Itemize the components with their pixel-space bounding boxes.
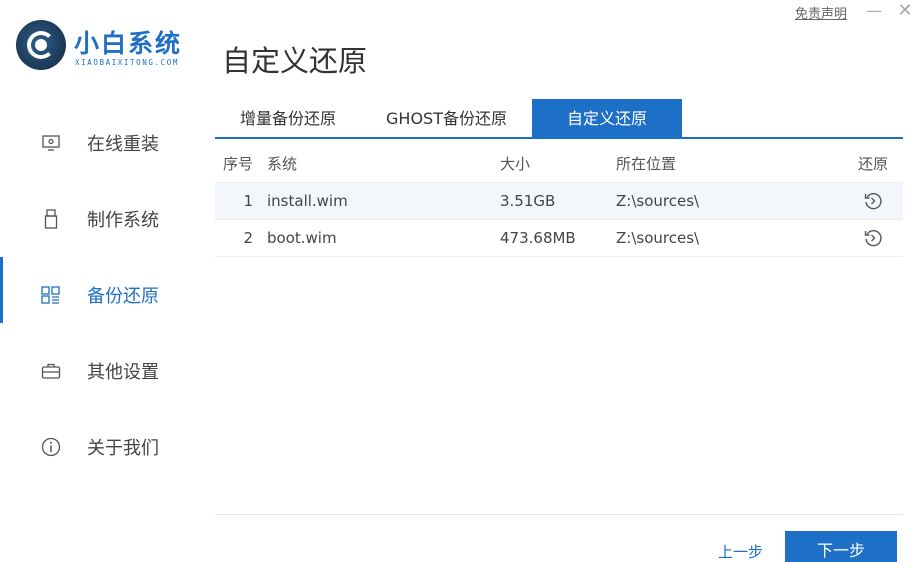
page-title: 自定义还原 — [222, 44, 368, 78]
header-location: 所在位置 — [616, 155, 677, 173]
prev-step-button[interactable]: 上一步 — [718, 541, 763, 562]
sidebar: 在线重装 制作系统 备份还原 其他设置 关于我们 — [0, 105, 200, 485]
grid-icon — [40, 284, 62, 306]
briefcase-icon — [40, 360, 62, 382]
row-index: 2 — [243, 229, 253, 247]
sidebar-item-backup-restore[interactable]: 备份还原 — [0, 257, 200, 333]
restore-icon[interactable] — [858, 183, 888, 219]
logo-title: 小白系统 — [74, 29, 183, 58]
app-logo: 小白系统 XIAOBAIXITONG.COM — [16, 18, 206, 74]
tab-bar: 增量备份还原 GHOST备份还原 自定义还原 — [215, 99, 903, 139]
tab-incremental-backup[interactable]: 增量备份还原 — [215, 99, 361, 137]
tab-custom-restore[interactable]: 自定义还原 — [531, 99, 682, 137]
monitor-icon — [40, 132, 62, 154]
row-system: boot.wim — [267, 229, 337, 247]
tab-ghost-backup[interactable]: GHOST备份还原 — [361, 99, 532, 137]
minimize-button[interactable]: — — [866, 2, 882, 20]
row-size: 473.68MB — [500, 229, 576, 247]
footer-divider — [215, 514, 903, 515]
logo-subtitle: XIAOBAIXITONG.COM — [75, 58, 179, 67]
sidebar-item-online-reinstall[interactable]: 在线重装 — [0, 105, 200, 181]
sidebar-item-other-settings[interactable]: 其他设置 — [0, 333, 200, 409]
info-icon — [40, 436, 62, 458]
row-size: 3.51GB — [500, 192, 556, 210]
usb-icon — [40, 208, 62, 230]
header-index: 序号 — [223, 155, 254, 173]
restore-icon[interactable] — [858, 220, 888, 256]
row-location: Z:\sources\ — [616, 192, 700, 210]
header-restore: 还原 — [858, 155, 889, 173]
header-system: 系统 — [267, 155, 298, 173]
close-button[interactable]: ✕ — [896, 2, 914, 20]
sidebar-item-label: 关于我们 — [87, 438, 159, 459]
disclaimer-link[interactable]: 免责声明 — [795, 3, 847, 22]
table-row: 1 install.wim 3.51GB Z:\sources\ — [215, 183, 903, 220]
restore-table: 序号 系统 大小 所在位置 还原 1 install.wim 3.51GB Z:… — [215, 145, 903, 257]
sidebar-item-label: 制作系统 — [87, 210, 159, 231]
sidebar-item-about-us[interactable]: 关于我们 — [0, 409, 200, 485]
row-index: 1 — [243, 192, 253, 210]
row-location: Z:\sources\ — [616, 229, 700, 247]
row-system: install.wim — [267, 192, 348, 210]
header-size: 大小 — [500, 155, 531, 173]
table-row: 2 boot.wim 473.68MB Z:\sources\ — [215, 220, 903, 257]
next-step-button[interactable]: 下一步 — [785, 531, 897, 562]
sidebar-item-make-system[interactable]: 制作系统 — [0, 181, 200, 257]
logo-icon — [16, 20, 66, 70]
table-header: 序号 系统 大小 所在位置 还原 — [215, 145, 903, 183]
sidebar-item-label: 其他设置 — [87, 362, 159, 383]
sidebar-item-label: 在线重装 — [87, 134, 159, 155]
sidebar-item-label: 备份还原 — [87, 286, 159, 307]
